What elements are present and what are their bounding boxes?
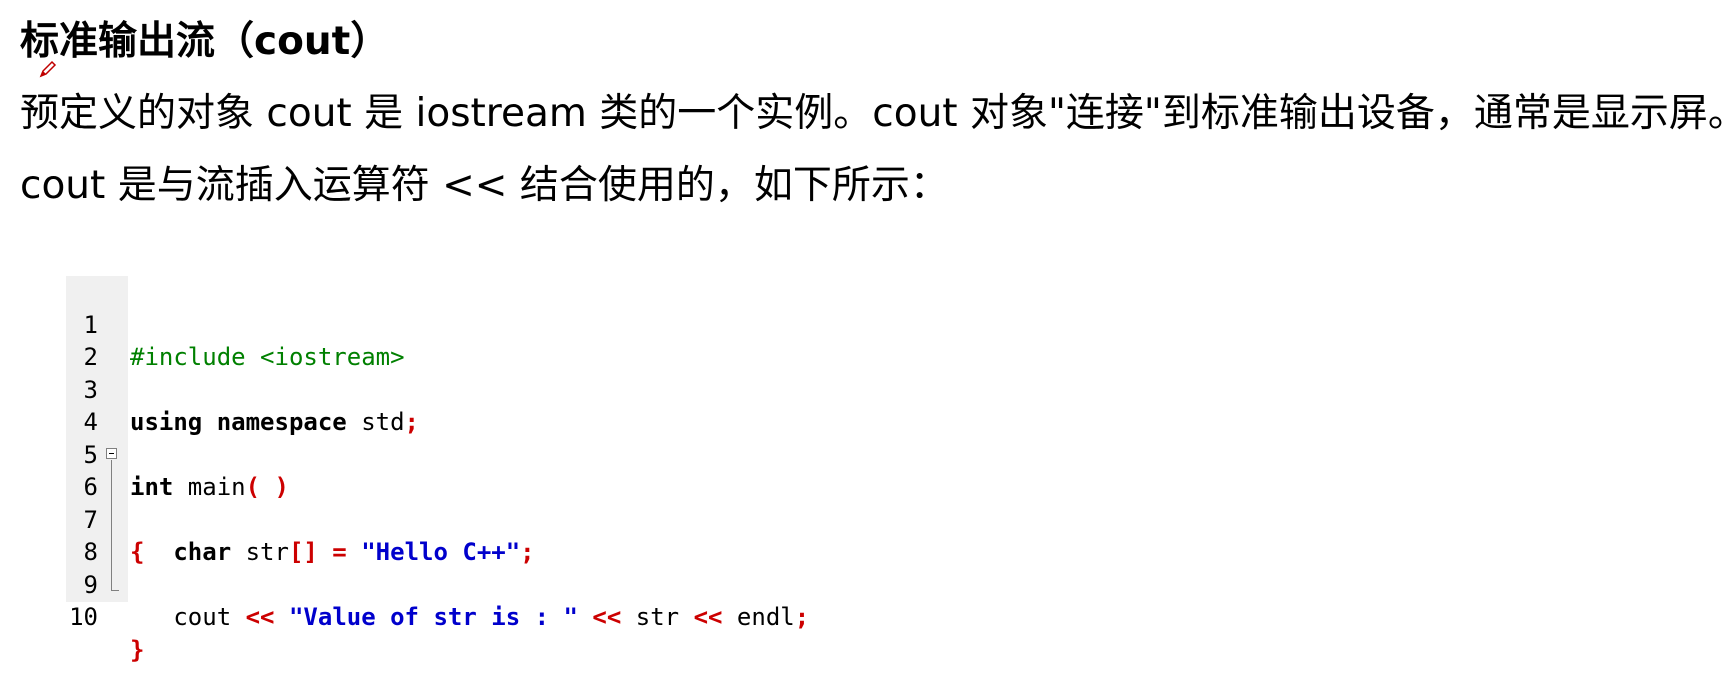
insertion-operator: << <box>693 603 723 631</box>
semicolon: ; <box>404 408 419 436</box>
description-paragraph-1: 预定义的对象 cout 是 iostream 类的一个实例。cout 对象"连接… <box>20 91 1723 136</box>
include-directive: #include <iostream> <box>130 343 405 371</box>
keyword-namespace: namespace <box>216 408 347 436</box>
code-line: 10 } <box>66 569 144 664</box>
keyword-int: int <box>130 473 174 501</box>
line-number: 10 <box>69 603 98 631</box>
brackets: [] <box>288 538 318 566</box>
insertion-operator: << <box>592 603 622 631</box>
identifier-std: std <box>346 408 405 436</box>
code-line: 5 int main( ) <box>66 406 289 502</box>
string-literal: "Hello C++" <box>361 538 521 566</box>
code-line: 7 char str[] = "Hello C++"; <box>66 471 535 567</box>
identifier-main: main <box>173 473 246 501</box>
code-line: 8 <box>66 504 124 566</box>
insertion-operator: << <box>245 603 275 631</box>
pen-icon <box>39 60 57 78</box>
keyword-char: char <box>173 538 232 566</box>
assign-operator: = <box>317 538 362 566</box>
identifier-str: str <box>231 538 289 566</box>
identifier-cout: cout <box>173 603 246 631</box>
code-line: 6 { <box>66 439 144 566</box>
code-line: 2 <box>66 309 124 371</box>
identifier-str: str <box>621 603 694 631</box>
fold-toggle-icon[interactable] <box>106 447 117 459</box>
string-literal: "Value of str is : " <box>274 603 593 631</box>
keyword-using: using <box>130 408 203 436</box>
code-line: 4 <box>66 374 124 436</box>
close-brace: } <box>130 635 145 664</box>
code-line: 1 #include <iostream> <box>66 276 405 372</box>
identifier-endl: endl <box>722 603 795 631</box>
semicolon: ; <box>794 603 810 631</box>
parentheses: ( ) <box>245 473 289 501</box>
code-line: 9 cout << "Value of str is : " << str <<… <box>66 536 810 632</box>
semicolon: ; <box>520 538 535 566</box>
description-paragraph-2: cout 是与流插入运算符 << 结合使用的，如下所示： <box>20 163 949 208</box>
code-line: 3 using namespace std; <box>66 341 419 437</box>
page-title: 标准输出流（cout） <box>20 19 390 64</box>
